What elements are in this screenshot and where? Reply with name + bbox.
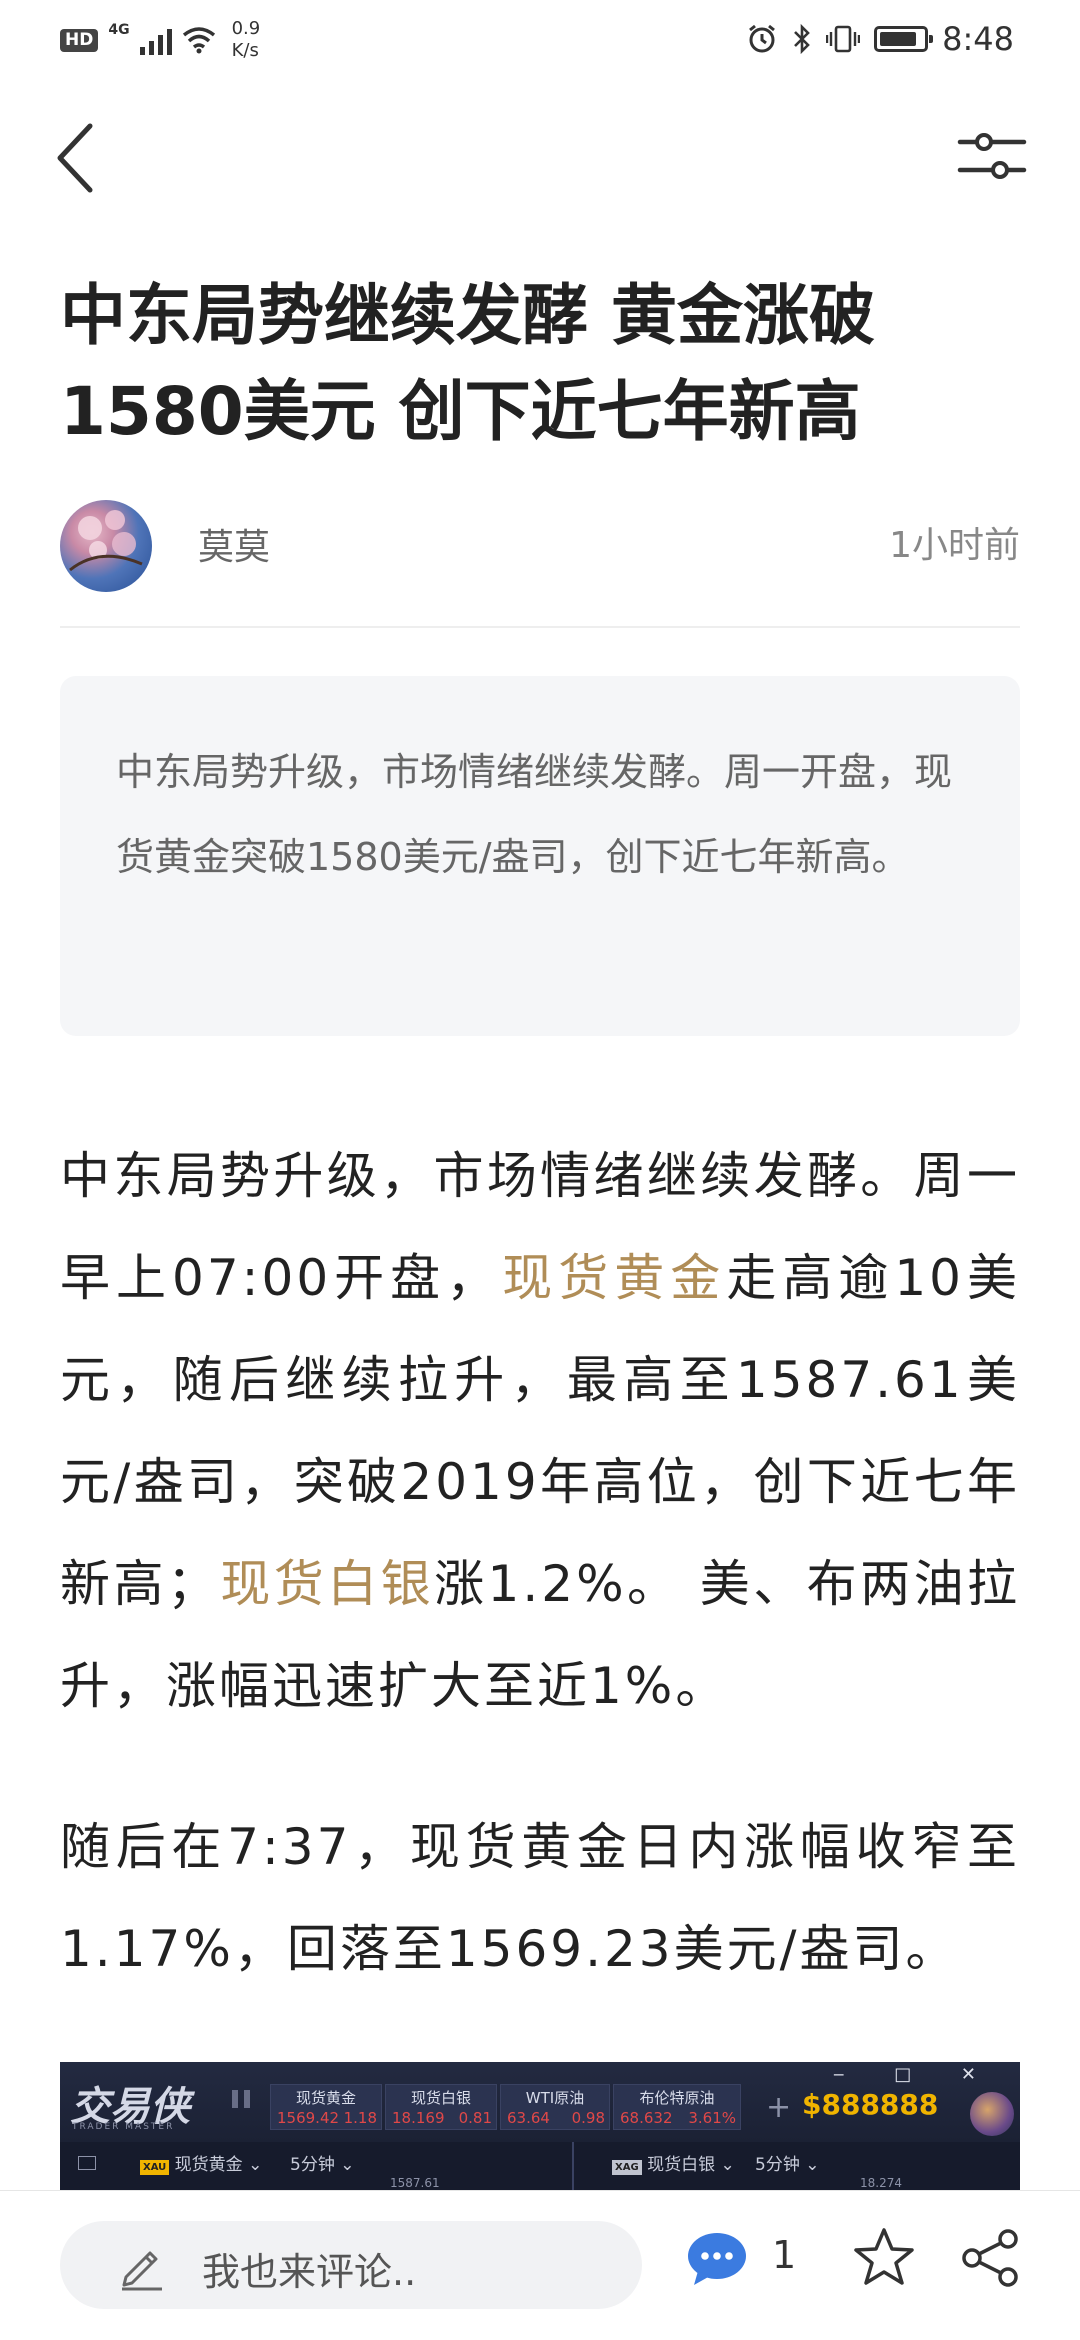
comment-bubble-icon[interactable] <box>686 2231 748 2287</box>
left-chart-header: XAU 现货黄金 ⌄ <box>140 2150 262 2175</box>
grid-icon <box>232 2090 250 2108</box>
title-line-1: 中东局势继续发酵 黄金涨破 <box>60 277 875 354</box>
right-symbol: XAG <box>612 2160 642 2175</box>
back-button[interactable] <box>52 118 112 198</box>
left-price-label: 1587.61 <box>390 2176 440 2190</box>
share-icon[interactable] <box>960 2227 1022 2289</box>
link-spot-silver[interactable]: 现货白银 <box>220 1555 434 1613</box>
bluetooth-icon <box>794 23 810 55</box>
right-name: 现货白银 ⌄ <box>647 2155 735 2175</box>
avatar[interactable] <box>60 500 152 592</box>
body-paragraph-2: 随后在7:37，现货黄金日内涨幅收窄至1.17%，回落至1569.23美元/盎司… <box>60 1818 1020 1978</box>
panel-icon <box>78 2156 96 2170</box>
left-period: 5分钟 ⌄ <box>290 2155 355 2175</box>
link-spot-gold[interactable]: 现货黄金 <box>502 1249 726 1307</box>
wifi-icon <box>182 27 215 54</box>
body-paragraph-1: 中东局势升级，市场情绪继续发酵。周一早上07:00开盘，现货黄金走高逾10美元，… <box>60 1125 1020 1737</box>
bottom-action-bar: 我也来评论.. 1 <box>0 2190 1080 2340</box>
vibrate-icon <box>826 25 861 53</box>
article-summary: 中东局势升级，市场情绪继续发酵。周一开盘，现货黄金突破1580美元/盎司，创下近… <box>60 676 1020 1036</box>
right-chart-header: XAG 现货白银 ⌄ <box>612 2150 735 2175</box>
image-avatar <box>970 2092 1014 2136</box>
post-time: 1小时前 <box>889 525 1020 566</box>
avatar-blossom-image <box>69 510 143 572</box>
status-bar: HD 4G 0.9 K/s 8:48 <box>0 0 1080 80</box>
image-separator <box>572 2142 574 2192</box>
net-speed-unit: K/s <box>231 40 259 61</box>
pencil-icon <box>122 2251 162 2291</box>
chevron-left-icon <box>57 123 93 193</box>
divider <box>60 626 1020 628</box>
battery-icon <box>874 26 934 52</box>
left-name: 现货黄金 ⌄ <box>174 2155 263 2175</box>
image-toolbar: 交易侠 TRADER MASTER 现货黄金 1569.42 1.18 现货白银… <box>60 2062 1020 2142</box>
summary-text: 中东局势升级，市场情绪继续发酵。周一开盘，现货黄金突破1580美元/盎司，创下近… <box>116 750 953 879</box>
right-price-label: 18.274 <box>860 2176 902 2190</box>
image-tab-price: 68.632 <box>620 2109 673 2127</box>
alarm-icon <box>749 24 776 53</box>
title-line-2: 1580美元 创下近七年新高 <box>60 373 861 450</box>
star-icon[interactable] <box>852 2225 916 2289</box>
signal-icon <box>139 25 172 55</box>
left-symbol: XAU <box>140 2160 170 2175</box>
net-speed-value: 0.9 <box>231 18 261 39</box>
image-tab-change: 1.18 <box>343 2109 377 2127</box>
sliders-icon <box>957 133 1027 179</box>
comment-input[interactable]: 我也来评论.. <box>60 2221 642 2309</box>
image-tab-change: 3.61% <box>688 2109 736 2127</box>
comment-count[interactable]: 1 <box>772 2233 796 2277</box>
settings-button[interactable] <box>956 120 1028 192</box>
image-logo-sub: TRADER MASTER <box>72 2122 175 2132</box>
image-tab-name: 现货黄金 <box>295 2089 356 2107</box>
image-tab-price: 18.169 <box>392 2109 445 2127</box>
author-name[interactable]: 莫莫 <box>198 518 270 570</box>
article-image[interactable]: 交易侠 TRADER MASTER 现货黄金 1569.42 1.18 现货白银… <box>60 2062 1020 2192</box>
author-row: 莫莫 1小时前 <box>60 500 1020 592</box>
net-speed: 0.9 K/s <box>232 18 261 62</box>
image-window-controls: ‒ □ ✕ <box>833 2064 998 2085</box>
image-tab: 布伦特原油 68.632 3.61% <box>613 2084 741 2130</box>
image-plus: + <box>766 2090 792 2125</box>
article-title: 中东局势继续发酵 黄金涨破 1580美元 创下近七年新高 <box>60 268 1020 460</box>
battery-fill <box>880 32 916 46</box>
network-type: 4G <box>108 22 130 38</box>
image-tab-name: WTI原油 <box>525 2089 585 2107</box>
comment-placeholder: 我也来评论.. <box>202 2250 417 2294</box>
image-tab-change: 0.98 <box>571 2109 605 2127</box>
image-tab-name: 现货白银 <box>410 2089 471 2107</box>
image-tab: 现货白银 18.169 0.81 <box>385 2084 497 2130</box>
image-tab-price: 63.64 <box>507 2109 550 2127</box>
image-tab-name: 布伦特原油 <box>639 2089 715 2107</box>
status-left: HD 4G 0.9 K/s <box>60 18 260 62</box>
hd-badge: HD <box>60 28 99 52</box>
image-tab-change: 0.81 <box>458 2109 492 2127</box>
clock: 8:48 <box>942 20 1014 58</box>
image-balance: $888888 <box>802 2088 939 2121</box>
status-right: 8:48 <box>746 20 1014 58</box>
right-period: 5分钟 ⌄ <box>755 2155 820 2175</box>
image-tab-price: 1569.42 <box>277 2109 340 2127</box>
image-tab: WTI原油 63.64 0.98 <box>500 2084 610 2130</box>
image-tab: 现货黄金 1569.42 1.18 <box>270 2084 382 2130</box>
